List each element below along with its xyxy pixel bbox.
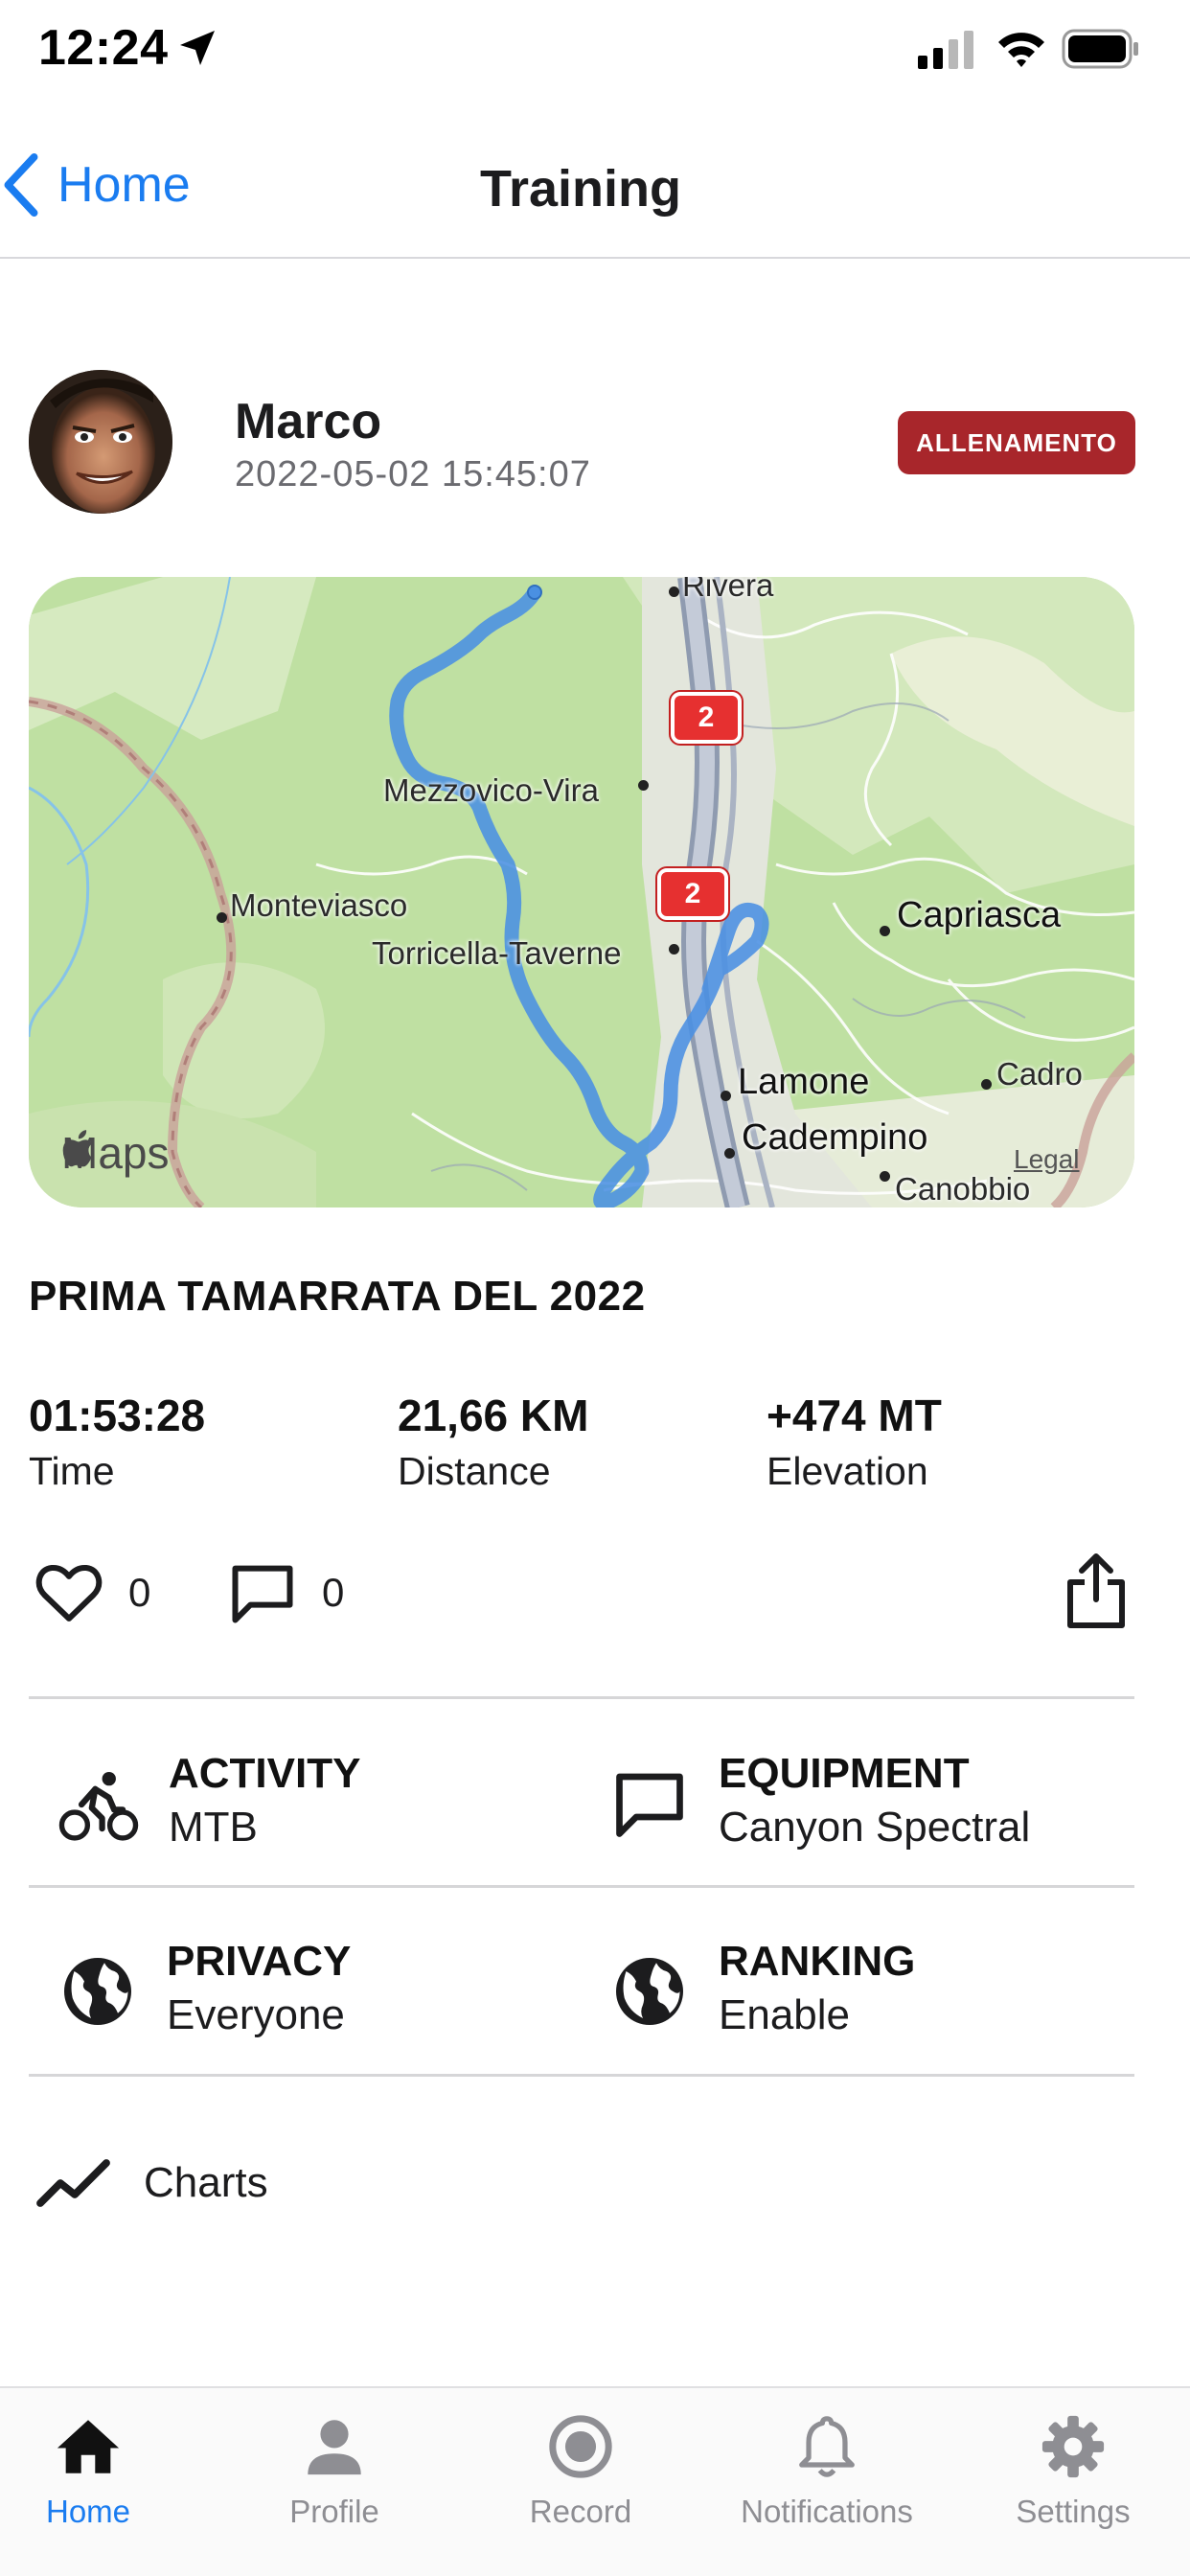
cellular-signal-icon <box>918 31 973 69</box>
map-background <box>29 577 1134 1208</box>
page-title: Training <box>479 160 681 218</box>
divider <box>29 1696 1134 1699</box>
map-place-dot <box>669 944 679 954</box>
tab-label: Home <box>45 2494 131 2529</box>
map-place-dot <box>217 912 227 923</box>
divider <box>29 2074 1134 2077</box>
map-label-lamone: Lamone <box>738 1062 870 1102</box>
map-label-mezzovico-vira: Mezzovico-Vira <box>383 772 599 808</box>
map-label-torricella-taverne: Torricella-Taverne <box>372 935 622 971</box>
activity-title: PRIMA TAMARRATA DEL 2022 <box>29 1273 646 1320</box>
tab-label: Notifications <box>741 2494 913 2529</box>
location-arrow-icon <box>180 31 215 65</box>
map-place-dot <box>724 1148 735 1159</box>
tab-home[interactable]: Home <box>0 2413 207 2530</box>
comment-icon <box>232 1565 293 1623</box>
ranking-value: Enable <box>719 1991 851 2038</box>
map-place-dot <box>981 1079 992 1090</box>
heart-icon <box>35 1564 103 1622</box>
user-name[interactable]: Marco <box>235 393 381 450</box>
stat-label: Distance <box>398 1449 551 1493</box>
highway-shield: 2 <box>671 692 742 744</box>
stat-value: 01:53:28 <box>29 1391 206 1440</box>
equipment-label: EQUIPMENT <box>719 1750 970 1797</box>
tab-profile[interactable]: Profile <box>216 2413 453 2530</box>
highway-shield: 2 <box>657 868 728 920</box>
privacy-label: PRIVACY <box>167 1938 352 1985</box>
charts-button[interactable]: Charts <box>34 2154 268 2212</box>
comment-icon <box>616 1773 683 1837</box>
like-button[interactable]: 0 <box>33 1552 150 1633</box>
equipment-cell[interactable]: EQUIPMENT Canyon Spectral <box>609 1750 1030 1852</box>
wifi-icon <box>998 33 1044 67</box>
map-place-dot <box>669 586 679 597</box>
gear-icon <box>1041 2415 1105 2478</box>
globe-icon <box>616 1958 683 2025</box>
tab-record[interactable]: Record <box>462 2413 699 2530</box>
map-label-cadro: Cadro <box>996 1056 1083 1092</box>
map-label-cadempino: Cadempino <box>742 1117 928 1158</box>
map-label-capriasca: Capriasca <box>897 895 1062 935</box>
activity-value: MTB <box>169 1804 258 1851</box>
map-place-dot <box>721 1091 731 1101</box>
legal-link[interactable]: Legal <box>1014 1144 1080 1175</box>
tab-label: Record <box>529 2494 632 2529</box>
share-icon[interactable] <box>1062 1551 1131 1631</box>
stat-elevation: +474 MT Elevation <box>767 1390 942 1494</box>
stat-label: Time <box>29 1449 115 1493</box>
bike-icon <box>58 1771 139 1841</box>
comment-count: 0 <box>322 1570 345 1615</box>
status-bar: 12:24 <box>0 0 1190 105</box>
apple-logo-icon <box>62 1130 93 1167</box>
bell-icon <box>799 2416 855 2477</box>
tab-label: Profile <box>289 2494 379 2529</box>
privacy-cell[interactable]: PRIVACY Everyone <box>57 1938 351 2039</box>
person-icon <box>308 2420 361 2475</box>
activity-date: 2022-05-02 15:45:07 <box>235 454 591 494</box>
stat-value: 21,66 KM <box>398 1391 589 1440</box>
stat-time: 01:53:28 Time <box>29 1390 205 1494</box>
map-place-dot <box>880 926 890 936</box>
record-icon <box>549 2415 612 2478</box>
tab-notifications[interactable]: Notifications <box>708 2413 946 2530</box>
map-label-canobbio: Canobbio <box>895 1171 1031 1207</box>
navigation-bar: Home Training <box>0 105 1190 259</box>
ranking-cell[interactable]: RANKING Enable <box>609 1938 915 2039</box>
activity-type-cell[interactable]: ACTIVITY MTB <box>57 1750 360 1852</box>
ranking-label: RANKING <box>719 1938 916 1985</box>
charts-label: Charts <box>144 2159 268 2206</box>
apple-maps-logo: Maps <box>61 1127 169 1179</box>
like-count: 0 <box>128 1570 151 1615</box>
activity-label: ACTIVITY <box>169 1750 361 1797</box>
tab-bar: Home Profile Record Notifications Settin… <box>0 2386 1190 2576</box>
route-map[interactable]: Rivera 2 2 Mezzovico-Vira Monteviasco To… <box>29 577 1134 1208</box>
map-place-dot <box>880 1171 890 1182</box>
divider <box>29 1885 1134 1888</box>
home-icon <box>57 2420 120 2473</box>
privacy-value: Everyone <box>167 1991 345 2038</box>
map-label-rivera: Rivera <box>682 577 774 603</box>
equipment-value: Canyon Spectral <box>719 1804 1031 1851</box>
avatar[interactable] <box>29 370 172 514</box>
stat-label: Elevation <box>767 1449 928 1493</box>
comment-button[interactable]: 0 <box>226 1552 344 1633</box>
map-place-dot <box>638 780 649 791</box>
map-label-monteviasco: Monteviasco <box>230 887 408 923</box>
stat-value: +474 MT <box>767 1391 942 1440</box>
tab-label: Settings <box>1016 2494 1131 2529</box>
activity-type-badge: ALLENAMENTO <box>898 411 1135 474</box>
trending-icon <box>36 2159 110 2207</box>
avatar-image <box>29 370 172 514</box>
status-time: 12:24 <box>38 20 169 76</box>
battery-icon <box>1062 29 1138 69</box>
stat-distance: 21,66 KM Distance <box>398 1390 588 1494</box>
globe-icon <box>64 1958 131 2025</box>
tab-settings[interactable]: Settings <box>954 2413 1190 2530</box>
